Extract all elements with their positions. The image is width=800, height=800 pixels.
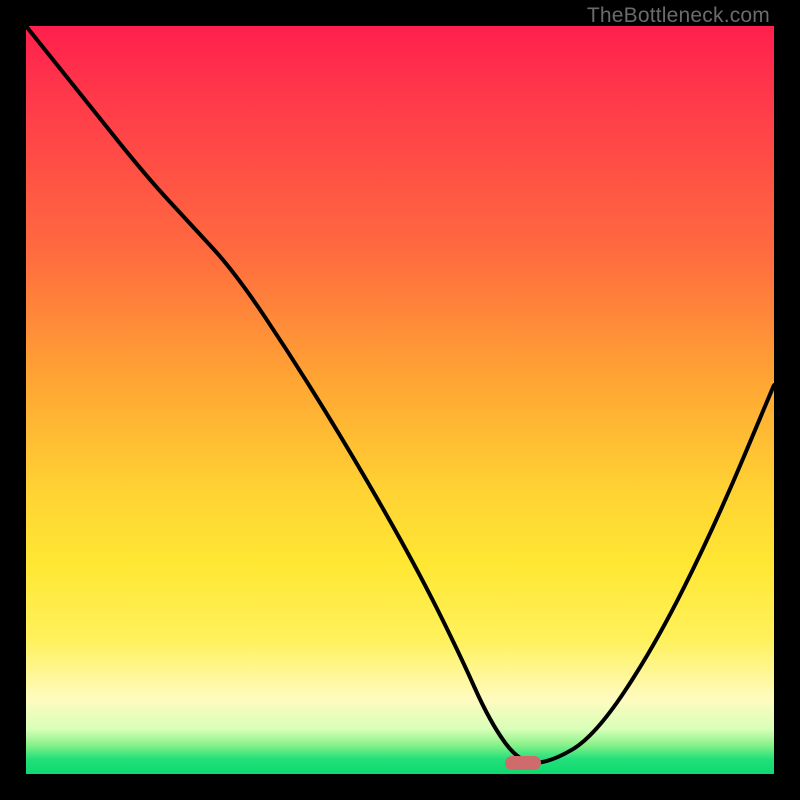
bottleneck-curve (26, 26, 774, 774)
chart-frame: TheBottleneck.com (0, 0, 800, 800)
watermark-text: TheBottleneck.com (587, 4, 770, 28)
optimum-marker-pill (505, 756, 541, 770)
curve-path (26, 26, 774, 763)
